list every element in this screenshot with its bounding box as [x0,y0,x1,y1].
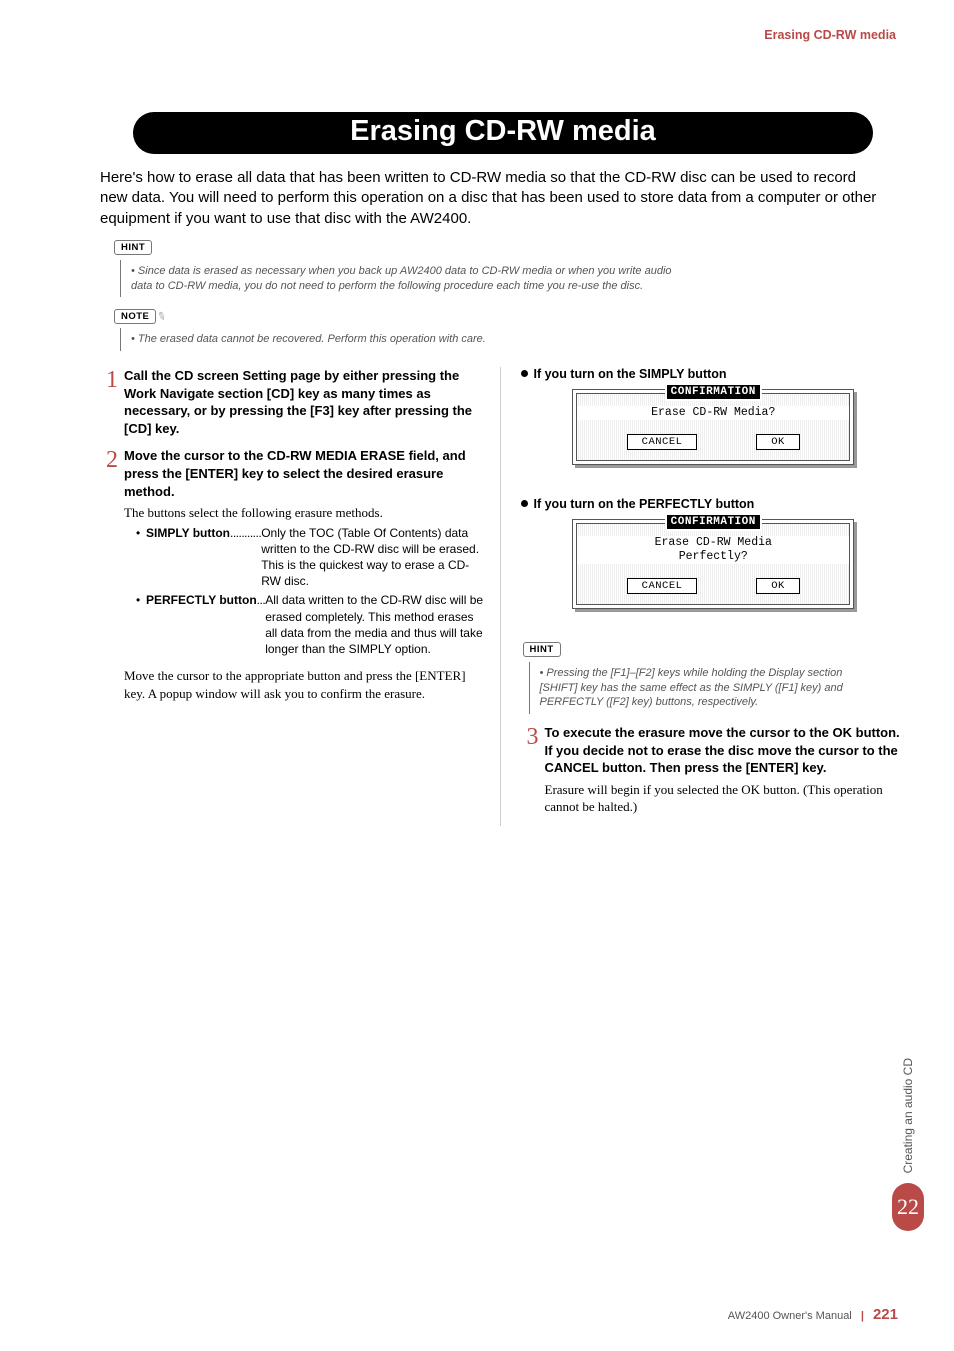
step-2-tail: Move the cursor to the appropriate butto… [124,667,486,702]
step-2-head: Move the cursor to the CD-RW MEDIA ERASE… [124,447,486,500]
note-callout-1: NOTE✎ • The erased data cannot be recove… [114,307,906,351]
perfectly-desc: All data written to the CD-RW disc will … [265,592,485,657]
simply-button-bullet: • SIMPLY button ........... Only the TOC… [136,525,486,590]
cancel-button[interactable]: CANCEL [627,434,698,450]
confirmation-dialog-perfectly: CONFIRMATION Erase CD-RW Media Perfectly… [572,519,854,609]
hint-label: HINT [114,240,152,255]
dialog-message-perfectly: Erase CD-RW Media Perfectly? [577,536,849,564]
right-column: If you turn on the SIMPLY button CONFIRM… [500,367,907,826]
step-1-head: Call the CD screen Setting page by eithe… [124,367,486,437]
page-title: Erasing CD-RW media [133,112,873,154]
step-3: 3 To execute the erasure move the cursor… [521,724,907,816]
simply-case-head: If you turn on the SIMPLY button [521,367,907,381]
step-2: 2 Move the cursor to the CD-RW MEDIA ERA… [100,447,486,702]
step-1: 1 Call the CD screen Setting page by eit… [100,367,486,437]
perfectly-case-head: If you turn on the PERFECTLY button [521,497,907,511]
perfectly-button-bullet: • PERFECTLY button ... All data written … [136,592,486,657]
left-column: 1 Call the CD screen Setting page by eit… [100,367,500,826]
pencil-icon: ✎ [155,309,168,324]
hint-text: Since data is erased as necessary when y… [131,265,672,292]
footer: AW2400 Owner's Manual | 221 [728,1306,898,1323]
step-number: 2 [100,447,124,702]
side-tab: Creating an audio CD 22 [892,1058,924,1231]
step-2-text: The buttons select the following erasure… [124,504,486,522]
cancel-button[interactable]: CANCEL [627,578,698,594]
hint-text: Pressing the [F1]–[F2] keys while holdin… [540,667,843,709]
ok-button[interactable]: OK [756,434,800,450]
dots: ... [257,592,266,657]
dialog-title: CONFIRMATION [577,386,849,398]
perfectly-case-label: If you turn on the PERFECTLY button [534,497,755,511]
perfectly-label: PERFECTLY button [146,592,257,657]
step-number: 1 [100,367,124,437]
step-3-text: Erasure will begin if you selected the O… [545,781,907,816]
chapter-number: 22 [892,1183,924,1231]
page-number: 221 [873,1306,898,1323]
dialog-message-simply: Erase CD-RW Media? [577,406,849,420]
hint-callout-2: HINT • Pressing the [F1]–[F2] keys while… [523,641,907,715]
simply-case-label: If you turn on the SIMPLY button [534,367,727,381]
chapter-label: Creating an audio CD [901,1058,915,1173]
hint-body: • Since data is erased as necessary when… [120,260,691,298]
step-3-head: To execute the erasure move the cursor t… [545,724,907,777]
intro-paragraph: Here's how to erase all data that has be… [100,168,886,229]
step-number: 3 [521,724,545,816]
note-label: NOTE [114,309,156,324]
manual-name: AW2400 Owner's Manual [728,1310,852,1322]
simply-label: SIMPLY button [146,525,230,590]
dots: ........... [230,525,261,590]
note-body: • The erased data cannot be recovered. P… [120,328,691,351]
simply-desc: Only the TOC (Table Of Contents) data wr… [261,525,485,590]
hint-callout-1: HINT • Since data is erased as necessary… [114,239,906,298]
section-header: Erasing CD-RW media [100,28,896,42]
confirmation-dialog-simply: CONFIRMATION Erase CD-RW Media? CANCEL O… [572,389,854,465]
dialog-title: CONFIRMATION [577,516,849,528]
hint-label: HINT [523,642,561,657]
hint-body: • Pressing the [F1]–[F2] keys while hold… [529,662,860,715]
note-text: The erased data cannot be recovered. Per… [138,333,486,345]
ok-button[interactable]: OK [756,578,800,594]
